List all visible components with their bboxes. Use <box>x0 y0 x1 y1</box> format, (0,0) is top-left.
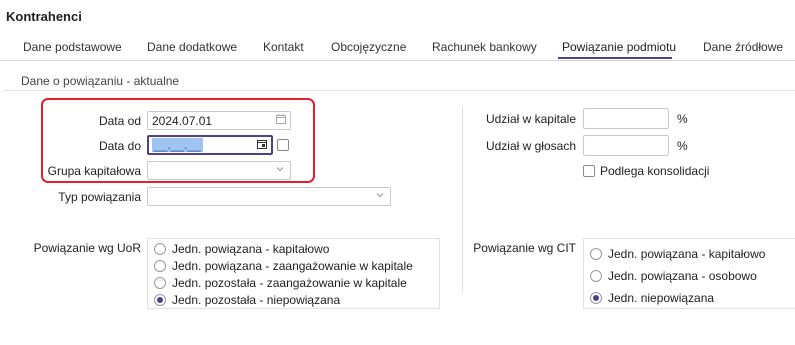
column-divider <box>462 107 463 292</box>
udzial-glosy-unit: % <box>677 139 688 153</box>
cit-option-3-label: Jedn. niepowiązana <box>608 291 715 305</box>
konsolidacja-label: Podlega konsolidacji <box>600 164 710 178</box>
udzial-glosy-label: Udział w głosach <box>485 139 576 153</box>
udzial-kapital-unit: % <box>677 112 688 126</box>
uor-option-3-label: Jedn. pozostała - zaangażowanie w kapita… <box>172 276 407 290</box>
uor-option-4-label: Jedn. pozostała - niepowiązana <box>172 293 341 307</box>
page-title: Kontrahenci <box>6 9 82 24</box>
cit-label: Powiązanie wg CIT <box>473 241 576 255</box>
tab-obcojezyczne[interactable]: Obcojęzyczne <box>331 40 406 54</box>
typ-powiazania-select[interactable] <box>147 187 391 206</box>
radio-button[interactable] <box>154 277 166 289</box>
tab-powiazanie-podmiotu[interactable]: Powiązanie podmiotu <box>562 40 676 54</box>
highlight-box <box>41 98 315 183</box>
uor-label: Powiązanie wg UoR <box>33 241 141 255</box>
cit-option-2-label: Jedn. powiązana - osobowo <box>608 269 757 283</box>
tab-dane-zrodlowe[interactable]: Dane źródłowe <box>703 40 783 54</box>
tab-dane-podstawowe[interactable]: Dane podstawowe <box>23 40 122 54</box>
uor-option-1-label: Jedn. powiązana - kapitałowo <box>172 242 330 256</box>
udzial-glosy-input[interactable] <box>583 135 669 156</box>
tab-kontakt[interactable]: Kontakt <box>263 40 304 54</box>
konsolidacja-checkbox[interactable] <box>583 165 595 177</box>
radio-button[interactable] <box>590 270 602 282</box>
radio-button-selected[interactable] <box>590 292 602 304</box>
active-tab-indicator <box>558 57 672 59</box>
udzial-kapital-input[interactable] <box>583 108 669 129</box>
section-title: Dane o powiązaniu - aktualne <box>21 74 180 88</box>
radio-button[interactable] <box>154 243 166 255</box>
section-divider <box>4 90 795 91</box>
tab-rachunek-bankowy[interactable]: Rachunek bankowy <box>432 40 537 54</box>
udzial-kapital-label: Udział w kapitale <box>485 112 576 126</box>
radio-button-selected[interactable] <box>154 294 166 306</box>
uor-option-2-label: Jedn. powiązana - zaangażowanie w kapita… <box>172 259 413 273</box>
uor-radio-group: Jedn. powiązana - kapitałowo Jedn. powią… <box>147 238 440 309</box>
tab-dane-dodatkowe[interactable]: Dane dodatkowe <box>147 40 237 54</box>
cit-option-1-label: Jedn. powiązana - kapitałowo <box>608 247 766 261</box>
chevron-down-icon <box>376 193 384 198</box>
cit-radio-group: Jedn. powiązana - kapitałowo Jedn. powią… <box>583 238 795 309</box>
typ-powiazania-label: Typ powiązania <box>58 190 141 204</box>
radio-button[interactable] <box>590 248 602 260</box>
radio-button[interactable] <box>154 260 166 272</box>
